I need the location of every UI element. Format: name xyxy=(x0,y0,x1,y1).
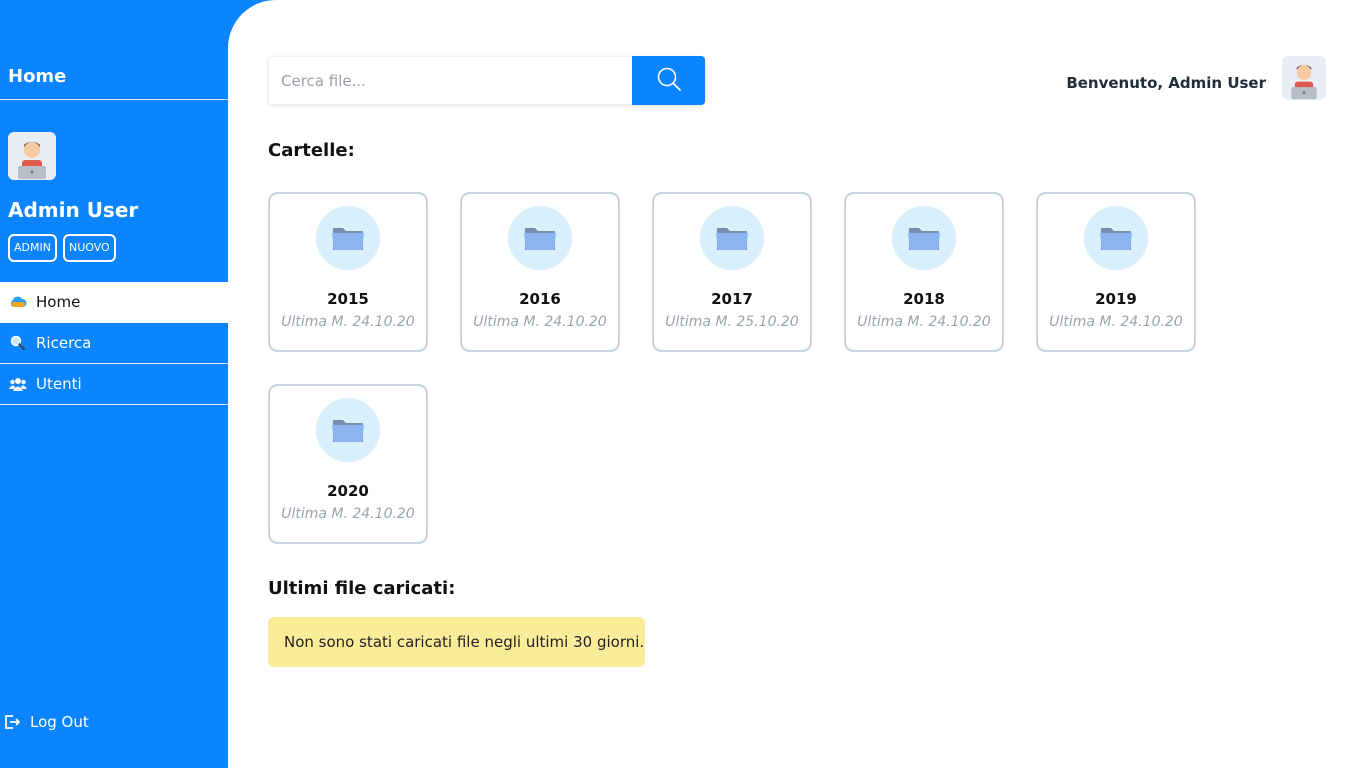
folder-card[interactable]: 2020 Ultima M. 24.10.20 xyxy=(268,384,428,544)
folder-icon-bg xyxy=(700,206,764,270)
role-badge-new: NUOVO xyxy=(62,234,116,262)
sidebar-item-ricerca[interactable]: Ricerca xyxy=(0,323,228,364)
main-content: Benvenuto, Admin User Cartelle: 2015 Ult… xyxy=(228,0,1366,768)
folder-modified-date: Ultima M. 25.10.20 xyxy=(665,314,799,330)
search-input[interactable] xyxy=(268,56,632,105)
folder-name: 2018 xyxy=(903,290,945,308)
folder-name: 2020 xyxy=(327,482,369,500)
folder-icon xyxy=(332,228,364,250)
logout-button[interactable]: Log Out xyxy=(2,712,89,732)
sidebar-item-label: Home xyxy=(36,293,81,311)
folder-modified-date: Ultima M. 24.10.20 xyxy=(281,314,415,330)
folder-card[interactable]: 2017 Ultima M. 25.10.20 xyxy=(652,192,812,352)
avatar[interactable] xyxy=(1282,56,1326,100)
folder-icon-bg xyxy=(508,206,572,270)
welcome-text: Benvenuto, Admin User xyxy=(1066,74,1266,92)
folders-section-title: Cartelle: xyxy=(268,140,355,161)
folder-icon-bg xyxy=(316,206,380,270)
sidebar-title[interactable]: Home xyxy=(8,66,66,87)
sidebar-item-utenti[interactable]: Utenti xyxy=(0,364,228,405)
folder-icon xyxy=(716,228,748,250)
search-icon xyxy=(8,333,28,353)
sidebar: Home Admin User ADMIN NUOVO Home Ricerca… xyxy=(0,0,228,768)
sidebar-item-label: Ricerca xyxy=(36,334,92,352)
folder-icon-bg xyxy=(316,398,380,462)
sidebar-nav: Home Ricerca Utenti xyxy=(0,282,228,405)
search-button[interactable] xyxy=(632,56,705,105)
folder-modified-date: Ultima M. 24.10.20 xyxy=(281,506,415,522)
avatar xyxy=(8,132,56,180)
folder-icon-bg xyxy=(1084,206,1148,270)
logout-label: Log Out xyxy=(30,713,89,731)
folder-card[interactable]: 2016 Ultima M. 24.10.20 xyxy=(460,192,620,352)
folder-card[interactable]: 2019 Ultima M. 24.10.20 xyxy=(1036,192,1196,352)
folder-icon xyxy=(332,420,364,442)
sidebar-username: Admin User xyxy=(8,198,139,222)
folder-name: 2016 xyxy=(519,290,561,308)
folder-card[interactable]: 2018 Ultima M. 24.10.20 xyxy=(844,192,1004,352)
folder-name: 2017 xyxy=(711,290,753,308)
users-icon xyxy=(8,374,28,394)
recent-files-section-title: Ultimi file caricati: xyxy=(268,578,456,599)
folder-icon-bg xyxy=(892,206,956,270)
empty-files-notice: Non sono stati caricati file negli ultim… xyxy=(268,617,645,667)
logout-icon xyxy=(2,712,22,732)
folder-modified-date: Ultima M. 24.10.20 xyxy=(857,314,991,330)
folder-card[interactable]: 2015 Ultima M. 24.10.20 xyxy=(268,192,428,352)
role-badge-admin: ADMIN xyxy=(8,234,57,262)
sidebar-item-label: Utenti xyxy=(36,375,82,393)
sidebar-divider xyxy=(0,99,228,100)
cloud-icon xyxy=(8,292,28,312)
folder-icon xyxy=(1100,228,1132,250)
folder-modified-date: Ultima M. 24.10.20 xyxy=(473,314,607,330)
folder-name: 2015 xyxy=(327,290,369,308)
folder-icon xyxy=(524,228,556,250)
sidebar-item-home[interactable]: Home xyxy=(0,282,228,323)
folder-name: 2019 xyxy=(1095,290,1137,308)
search-icon xyxy=(656,66,682,95)
search-bar xyxy=(268,56,705,105)
role-badges: ADMIN NUOVO xyxy=(8,234,116,262)
folder-icon xyxy=(908,228,940,250)
folder-modified-date: Ultima M. 24.10.20 xyxy=(1049,314,1183,330)
